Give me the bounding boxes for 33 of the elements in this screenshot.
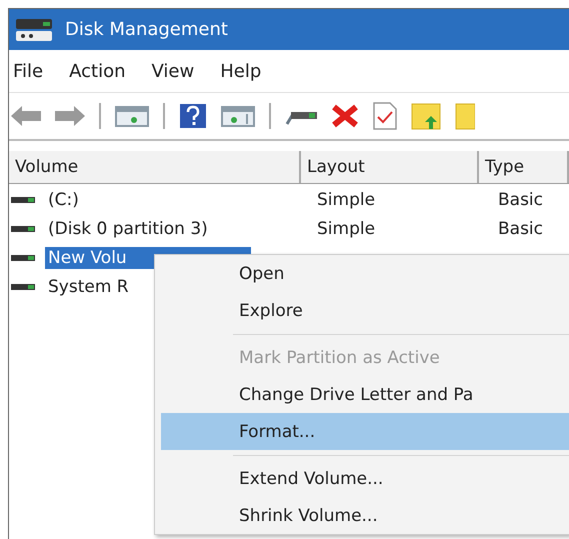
column-header[interactable]: Type: [479, 151, 569, 183]
drive-icon: [11, 224, 35, 232]
disk-icon: [15, 16, 53, 42]
table-cell: Simple: [317, 190, 376, 210]
forward-arrow-icon[interactable]: [55, 105, 85, 127]
panel-icon[interactable]: [221, 105, 255, 127]
table-cell[interactable]: (Disk 0 partition 3): [45, 218, 211, 240]
column-header[interactable]: Layout: [301, 151, 479, 183]
menu-bar-item[interactable]: Help: [220, 60, 262, 82]
column-header[interactable]: Volume: [9, 151, 301, 183]
menu-bar-item[interactable]: File: [13, 60, 44, 82]
table-cell[interactable]: System R: [45, 276, 132, 298]
delete-icon[interactable]: [331, 104, 359, 128]
table-cell: Basic: [498, 190, 544, 210]
checklist-icon[interactable]: [373, 102, 397, 130]
panel-icon[interactable]: [115, 105, 149, 127]
table-cell: Basic: [498, 218, 544, 238]
table-cell[interactable]: (C:): [45, 188, 82, 210]
menu-item[interactable]: Change Drive Letter and Pa: [161, 376, 569, 413]
window-title: Disk Management: [65, 19, 228, 40]
menu-item[interactable]: Shrink Volume...: [161, 497, 569, 534]
folder-icon[interactable]: [455, 102, 475, 130]
drive-icon: [11, 196, 35, 204]
drive-icon: [11, 282, 35, 290]
drive-icon: [11, 254, 35, 262]
menu-bar-item[interactable]: View: [152, 60, 194, 82]
menu-item[interactable]: Explore: [161, 292, 569, 329]
menu-item[interactable]: Extend Volume...: [161, 460, 569, 497]
help-icon[interactable]: [179, 103, 207, 129]
menu-bar-item[interactable]: Action: [69, 60, 126, 82]
menu-item[interactable]: Format...: [161, 413, 569, 450]
back-arrow-icon[interactable]: [11, 105, 41, 127]
table-cell: Simple: [317, 218, 376, 238]
